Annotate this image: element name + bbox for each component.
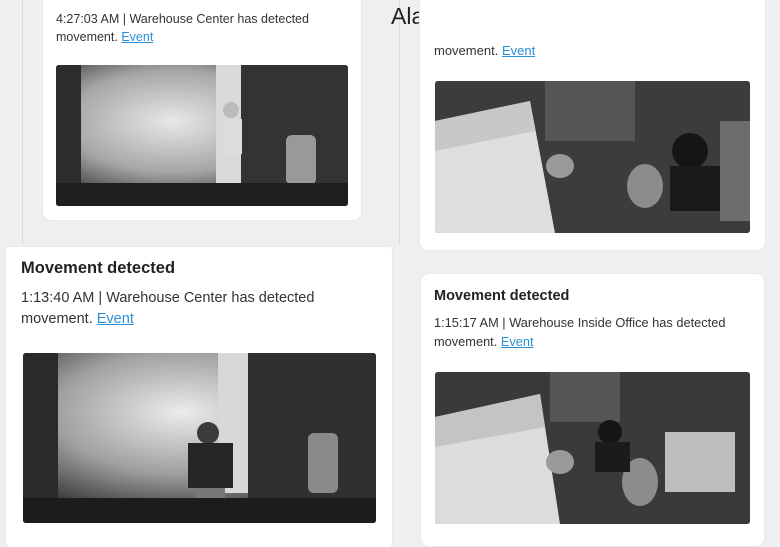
event-link[interactable]: Event xyxy=(97,311,134,327)
event-card[interactable]: movement. Event xyxy=(420,0,765,250)
timeline-line-middle xyxy=(399,0,400,245)
event-title: Movement detected xyxy=(434,288,570,304)
camera-snapshot[interactable] xyxy=(56,65,348,206)
event-link[interactable]: Event xyxy=(121,30,153,44)
event-link[interactable]: Event xyxy=(502,43,535,58)
event-title: Movement detected xyxy=(21,259,176,277)
event-time: 1:13:40 AM xyxy=(21,290,95,306)
event-card[interactable]: 4:27:03 AM | Warehouse Center has detect… xyxy=(43,0,361,220)
event-description: movement. Event xyxy=(434,42,754,61)
event-description: 4:27:03 AM | Warehouse Center has detect… xyxy=(56,12,309,45)
camera-snapshot[interactable] xyxy=(435,81,750,233)
event-link[interactable]: Event xyxy=(501,334,534,349)
event-description: 1:15:17 AM | Warehouse Inside Office has… xyxy=(434,315,726,349)
event-card[interactable]: Movement detected 1:15:17 AM | Warehouse… xyxy=(421,274,764,546)
event-time: 4:27:03 AM xyxy=(56,12,120,26)
event-description: 1:13:40 AM | Warehouse Center has detect… xyxy=(21,290,315,328)
camera-snapshot[interactable] xyxy=(23,353,376,523)
timeline-line-left xyxy=(22,0,23,245)
event-card[interactable]: Movement detected 1:13:40 AM | Warehouse… xyxy=(6,247,392,547)
event-time: 1:15:17 AM xyxy=(434,315,499,330)
event-location: movement. xyxy=(434,43,499,58)
camera-snapshot[interactable] xyxy=(435,372,750,524)
